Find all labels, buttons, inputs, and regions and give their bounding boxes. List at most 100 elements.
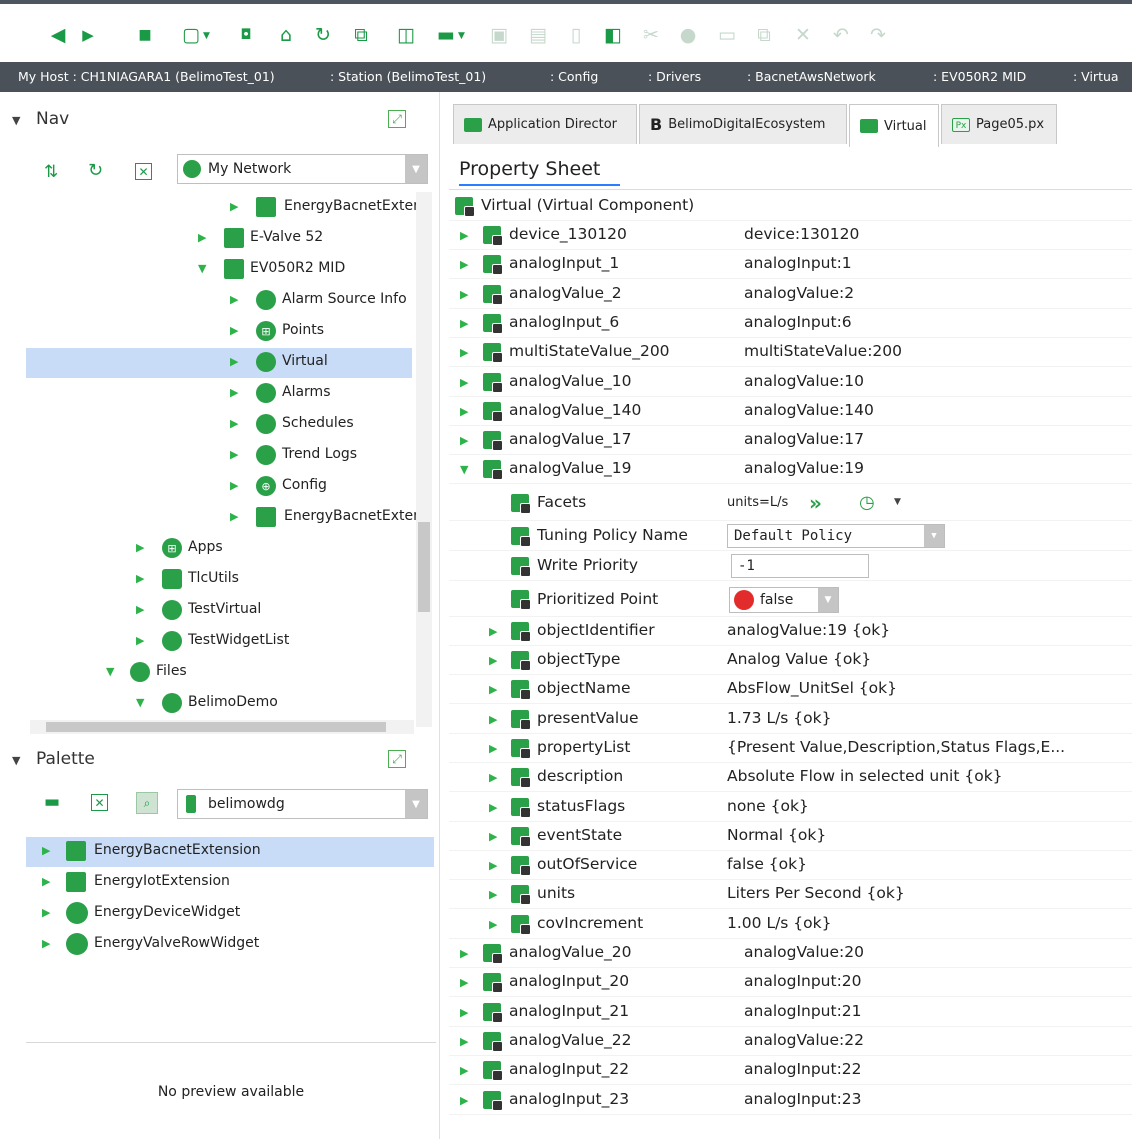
- expand-icon[interactable]: ▶: [136, 542, 146, 554]
- nav-scrollbar[interactable]: [416, 192, 432, 727]
- tuning-policy-select[interactable]: Default Policy ▼: [727, 523, 945, 548]
- expand-icon[interactable]: ▶: [460, 405, 468, 418]
- up-level-icon[interactable]: ■: [134, 24, 156, 46]
- prioritized-point-select[interactable]: false ▼: [729, 586, 839, 613]
- tree-item[interactable]: ▶ Trend Logs: [26, 441, 416, 471]
- property-row[interactable]: ▶ objectIdentifier analogValue:19 {ok}: [449, 617, 1132, 646]
- breadcrumb-virtual[interactable]: : Virtua: [1073, 69, 1119, 84]
- tree-item[interactable]: ▶ ⊕ Config: [26, 472, 416, 502]
- sync-icon[interactable]: ⇅: [44, 162, 58, 182]
- expand-icon[interactable]: ▶: [460, 434, 468, 447]
- collapse-icon[interactable]: ▼: [460, 463, 468, 476]
- property-row[interactable]: ▶ analogInput_20 analogInput:20: [449, 968, 1132, 998]
- clock-icon[interactable]: ◷: [859, 492, 875, 513]
- expand-icon[interactable]: ▶: [136, 573, 146, 585]
- undo-icon[interactable]: ↶: [830, 24, 852, 46]
- tree-item[interactable]: ▶ Alarm Source Info: [26, 286, 416, 316]
- property-row[interactable]: ▶ covIncrement 1.00 L/s {ok}: [449, 910, 1132, 939]
- property-row[interactable]: ▶ analogValue_22 analogValue:22: [449, 1027, 1132, 1056]
- nav-hscrollbar[interactable]: [30, 720, 414, 734]
- root-row[interactable]: Virtual (Virtual Component): [449, 192, 1132, 221]
- expand-pane-icon[interactable]: ⤢: [388, 750, 406, 768]
- refresh-icon[interactable]: ↻: [312, 24, 334, 46]
- expand-icon[interactable]: ▶: [489, 713, 497, 726]
- document-icon[interactable]: ▯: [565, 24, 587, 46]
- collapse-icon[interactable]: ▼: [12, 114, 20, 127]
- back-icon[interactable]: ◀: [47, 24, 69, 46]
- search-icon[interactable]: ⌕: [136, 792, 158, 814]
- scrollbar-thumb[interactable]: [418, 522, 430, 612]
- property-row[interactable]: ▶ objectName AbsFlow_UnitSel {ok}: [449, 675, 1132, 705]
- expand-icon[interactable]: ▶: [460, 1094, 468, 1107]
- close-icon[interactable]: ✕: [135, 163, 152, 180]
- expand-icon[interactable]: ▶: [460, 288, 468, 301]
- property-row[interactable]: ▶ analogValue_140 analogValue:140: [449, 397, 1132, 426]
- property-row[interactable]: ▶ presentValue 1.73 L/s {ok}: [449, 705, 1132, 734]
- write-priority-input[interactable]: -1: [731, 553, 869, 578]
- property-row[interactable]: ▶ analogInput_1 analogInput:1: [449, 250, 1132, 280]
- expand-icon[interactable]: ▶: [489, 918, 497, 931]
- copy-icon[interactable]: ●: [677, 24, 699, 46]
- folder-icon[interactable]: ▬: [435, 24, 457, 46]
- expand-icon[interactable]: ▶: [460, 258, 468, 271]
- collapse-icon[interactable]: ▼: [106, 666, 116, 678]
- expand-icon[interactable]: ▶: [460, 1035, 468, 1048]
- tree-item[interactable]: ▶ Schedules: [26, 410, 416, 440]
- expand-icon[interactable]: ▶: [230, 418, 240, 430]
- expand-icon[interactable]: ▶: [460, 1006, 468, 1019]
- expand-icon[interactable]: ▶: [460, 1064, 468, 1077]
- tab-application-director[interactable]: Application Director: [453, 104, 637, 144]
- window-dropdown-icon[interactable]: ▼: [203, 31, 210, 41]
- expand-icon[interactable]: ▶: [230, 387, 240, 399]
- property-row[interactable]: ▶ propertyList {Present Value,Description,…: [449, 734, 1132, 763]
- expand-icon[interactable]: ▶: [489, 801, 497, 814]
- expand-icon[interactable]: ▶: [489, 683, 497, 696]
- expand-icon[interactable]: ▶: [42, 938, 52, 950]
- document-refresh-icon[interactable]: ◧: [602, 24, 624, 46]
- write-priority-row[interactable]: Write Priority -1: [449, 552, 1132, 581]
- expand-icon[interactable]: ▶: [230, 294, 240, 306]
- expand-icon[interactable]: ▶: [460, 346, 468, 359]
- tree-item[interactable]: ▶ TestWidgetList: [26, 627, 416, 657]
- property-row[interactable]: ▶ analogValue_10 analogValue:10: [449, 368, 1132, 397]
- expand-icon[interactable]: ▶: [489, 771, 497, 784]
- tree-item[interactable]: ▶ EnergyBacnetExten: [26, 503, 416, 533]
- expand-icon[interactable]: ▶: [42, 907, 52, 919]
- tree-item[interactable]: ▶ TlcUtils: [26, 565, 416, 595]
- expand-icon[interactable]: ▶: [460, 317, 468, 330]
- hscrollbar-thumb[interactable]: [46, 722, 386, 732]
- tab-page05[interactable]: Px Page05.px: [941, 104, 1057, 144]
- expand-icon[interactable]: ▶: [230, 511, 240, 523]
- duplicate-icon[interactable]: ⧉: [753, 24, 775, 46]
- property-row[interactable]: ▶ analogValue_2 analogValue:2: [449, 280, 1132, 309]
- home-icon[interactable]: ⌂: [275, 24, 297, 46]
- property-row[interactable]: ▶ description Absolute Flow in selected un…: [449, 763, 1132, 793]
- tree-item[interactable]: ▼ EV050R2 MID: [26, 255, 416, 285]
- chevron-down-icon[interactable]: ▼: [818, 587, 838, 612]
- expand-icon[interactable]: ▶: [489, 830, 497, 843]
- expand-icon[interactable]: ▶: [460, 229, 468, 242]
- expand-icon[interactable]: ▶: [489, 859, 497, 872]
- property-row[interactable]: ▶ statusFlags none {ok}: [449, 793, 1132, 822]
- save-icon[interactable]: ▣: [488, 24, 510, 46]
- breadcrumb-device[interactable]: : EV050R2 MID: [933, 69, 1026, 84]
- tree-item[interactable]: ▶ ⊞ Points: [26, 317, 416, 347]
- property-row[interactable]: ▶ multiStateValue_200 multiStateValue:200: [449, 338, 1132, 368]
- expand-pane-icon[interactable]: ⤢: [388, 110, 406, 128]
- tab-belimo-digital-ecosystem[interactable]: B BelimoDigitalEcosystem: [639, 104, 847, 144]
- property-row[interactable]: ▶ outOfService false {ok}: [449, 851, 1132, 881]
- breadcrumb-host[interactable]: My Host : CH1NIAGARA1 (BelimoTest_01): [18, 69, 275, 84]
- breadcrumb-bacnet-network[interactable]: : BacnetAwsNetwork: [747, 69, 876, 84]
- property-row[interactable]: ▼ analogValue_19 analogValue:19: [449, 455, 1132, 485]
- camera-icon[interactable]: ◘: [235, 24, 257, 46]
- property-row[interactable]: ▶ eventState Normal {ok}: [449, 822, 1132, 851]
- expand-icon[interactable]: ▶: [489, 654, 497, 667]
- cut-icon[interactable]: ✂: [640, 24, 662, 46]
- expand-icon[interactable]: ▶: [198, 232, 208, 244]
- chevron-down-icon[interactable]: ▼: [924, 524, 944, 547]
- breadcrumb-drivers[interactable]: : Drivers: [648, 69, 701, 84]
- chevron-down-icon[interactable]: ▼: [405, 790, 427, 818]
- expand-icon[interactable]: ▶: [460, 976, 468, 989]
- tree-item[interactable]: ▶ TestVirtual: [26, 596, 416, 626]
- expand-icon[interactable]: ▶: [230, 480, 240, 492]
